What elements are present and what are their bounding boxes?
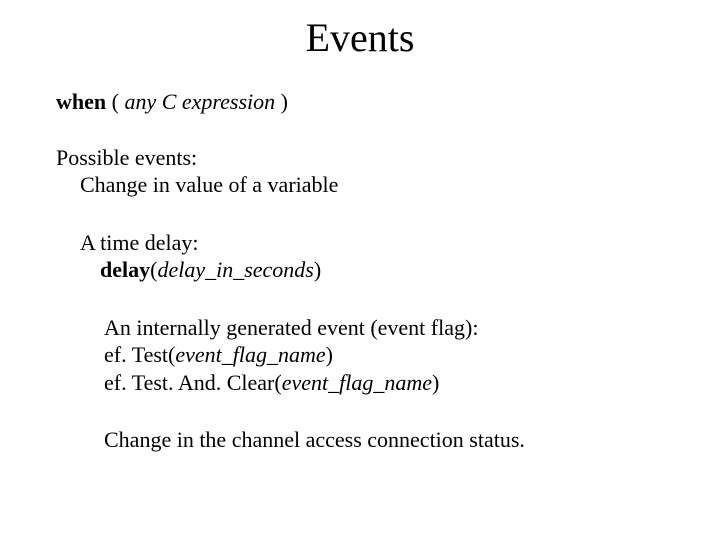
slide-body: when ( any C expression ) Possible event… [56, 88, 664, 454]
time-delay-label: A time delay: [80, 229, 664, 257]
channel-status-line: Change in the channel access connection … [104, 426, 664, 454]
ef-test-prefix: ef. Test( [104, 342, 175, 367]
slide-title: Events [0, 14, 720, 61]
ef-tac-suffix: ) [432, 370, 439, 395]
ef-tac-prefix: ef. Test. And. Clear( [104, 370, 282, 395]
ef-test-arg: event_flag_name [175, 342, 325, 367]
delay-fn: delay [100, 257, 150, 282]
when-keyword: when [56, 89, 106, 114]
delay-arg: delay_in_seconds [157, 257, 313, 282]
change-variable-line: Change in value of a variable [80, 171, 664, 199]
ef-test-and-clear-line: ef. Test. And. Clear(event_flag_name) [104, 369, 664, 397]
open-paren: ( [106, 89, 124, 114]
ef-test-suffix: ) [326, 342, 333, 367]
delay-call-line: delay(delay_in_seconds) [100, 256, 664, 284]
slide: Events when ( any C expression ) Possibl… [0, 0, 720, 540]
close-paren: ) [275, 89, 288, 114]
internal-event-label: An internally generated event (event fla… [104, 314, 664, 342]
when-line: when ( any C expression ) [56, 88, 664, 116]
ef-tac-arg: event_flag_name [282, 370, 432, 395]
delay-close: ) [314, 257, 321, 282]
when-expression: any C expression [124, 89, 275, 114]
ef-test-line: ef. Test(event_flag_name) [104, 341, 664, 369]
possible-events-label: Possible events: [56, 144, 664, 172]
